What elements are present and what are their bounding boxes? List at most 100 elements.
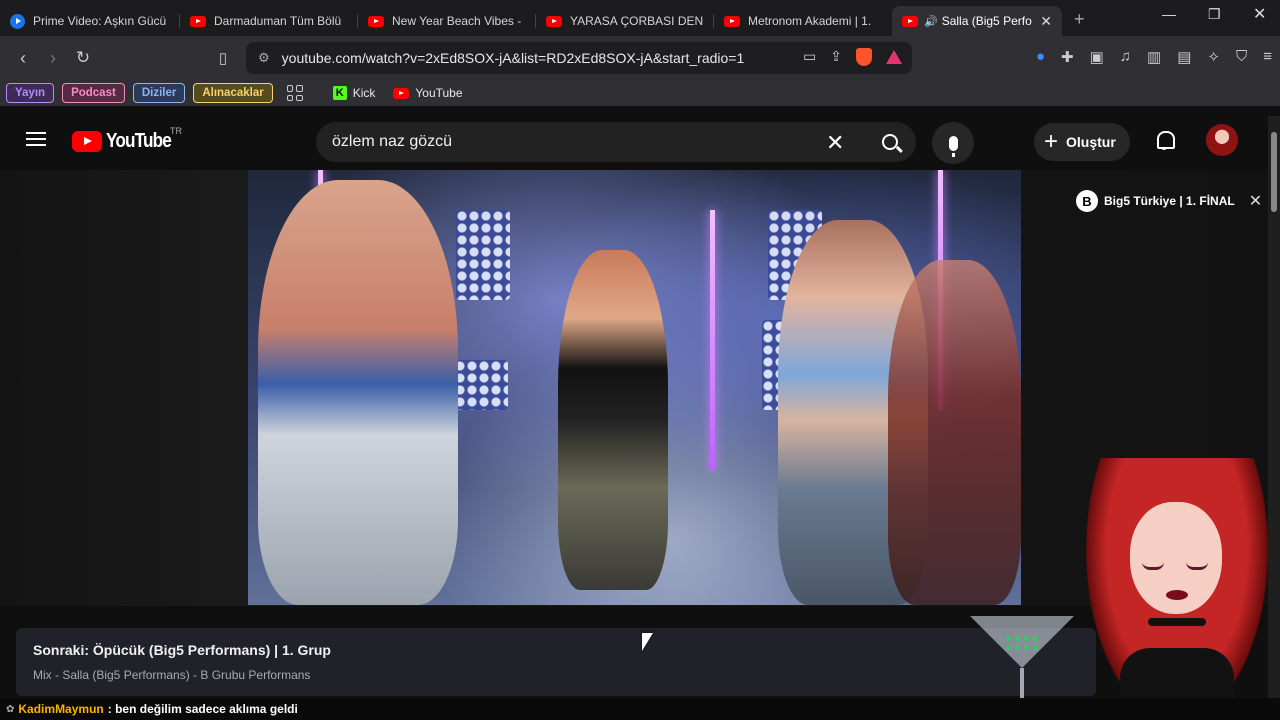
minimize-icon[interactable]: — xyxy=(1162,6,1176,22)
create-button[interactable]: + Oluştur xyxy=(1034,123,1130,161)
hamburger-menu-icon[interactable] xyxy=(26,132,46,146)
olives-decoration xyxy=(1004,634,1040,654)
dancer xyxy=(888,260,1021,605)
bookmark-folder[interactable]: Yayın xyxy=(6,83,55,103)
scrollbar-thumb[interactable] xyxy=(1271,132,1277,212)
screenshot-icon[interactable]: ▣ xyxy=(1090,48,1104,66)
bookmark-icon[interactable]: ▯ xyxy=(208,49,238,67)
suggestion-chip-label: Big5 Türkiye | 1. FİNAL xyxy=(1104,194,1235,208)
youtube-icon xyxy=(393,87,410,99)
close-tab-icon[interactable]: ✕ xyxy=(1040,13,1052,30)
browser-tab[interactable]: Darmaduman Tüm Bölü xyxy=(180,6,358,36)
stage-light xyxy=(456,210,510,300)
music-icon[interactable]: ♫ xyxy=(1120,48,1131,66)
avatar-choker xyxy=(1148,618,1206,626)
plus-icon: + xyxy=(1044,128,1059,155)
site-info-icon[interactable]: ⚙ xyxy=(258,50,270,66)
bookmark-label: Kick xyxy=(352,86,376,100)
address-bar[interactable]: ⚙ youtube.com/watch?v=2xEd8SOX-jA&list=R… xyxy=(246,42,912,74)
youtube-icon xyxy=(190,15,206,27)
youtube-wordmark: YouTube xyxy=(106,130,172,152)
create-label: Oluştur xyxy=(1066,134,1116,150)
browser-tab-active[interactable]: 🔊 Salla (Big5 Perfo ✕ xyxy=(892,6,1062,36)
browser-tab[interactable]: Metronom Akademi | 1. xyxy=(714,6,892,36)
chat-username: KadimMaymun xyxy=(18,702,104,716)
browser-tab[interactable]: YARASA ÇORBASI DENİY xyxy=(536,6,714,36)
leo-ai-icon[interactable]: ✧ xyxy=(1207,48,1220,66)
page-scrollbar[interactable] xyxy=(1268,116,1280,720)
prime-video-icon xyxy=(10,13,25,29)
cast-icon[interactable]: ▭ xyxy=(803,48,816,66)
dancer xyxy=(258,180,458,605)
share-icon[interactable]: ⇪ xyxy=(830,48,842,66)
voice-search-button[interactable] xyxy=(932,122,974,164)
up-next-card[interactable]: Sonraki: Öpücük (Big5 Performans) | 1. G… xyxy=(16,628,1096,696)
avatar-eye xyxy=(1142,562,1164,570)
extension-icons: ● ✚ ▣ ♫ ▥ ▤ ✧ ⛉ ≡ xyxy=(1036,48,1272,66)
search-button[interactable] xyxy=(864,122,916,162)
tab-title: Darmaduman Tüm Bölü xyxy=(214,14,342,28)
browser-toolbar: ‹ › ↻ ▯ ⚙ youtube.com/watch?v=2xEd8SOX-j… xyxy=(0,36,1280,80)
up-next-title: Sonraki: Öpücük (Big5 Performans) | 1. G… xyxy=(33,642,331,658)
youtube-icon xyxy=(368,15,384,27)
notifications-bell-icon[interactable] xyxy=(1154,130,1175,150)
vpn-icon[interactable]: ⛉ xyxy=(1236,48,1247,66)
url-text: youtube.com/watch?v=2xEd8SOX-jA&list=RD2… xyxy=(281,50,745,66)
close-window-icon[interactable]: ✕ xyxy=(1253,4,1266,24)
youtube-play-icon xyxy=(72,131,102,152)
tab-title: Salla (Big5 Perfo xyxy=(941,14,1032,28)
country-code: TR xyxy=(170,126,182,136)
puzzle-icon[interactable]: ✚ xyxy=(1061,48,1074,66)
browser-tab[interactable]: Prime Video: Aşkın Gücü xyxy=(0,6,180,36)
big5-logo-icon: B xyxy=(1076,190,1098,212)
avatar-lips xyxy=(1166,590,1188,600)
back-icon[interactable]: ‹ xyxy=(8,48,38,69)
forward-icon[interactable]: › xyxy=(38,48,68,69)
bookmark-link[interactable]: K Kick xyxy=(332,86,376,100)
microphone-icon xyxy=(948,135,958,157)
chat-bullet-icon: ✿ xyxy=(6,703,15,715)
brave-rewards-icon[interactable] xyxy=(886,50,902,64)
close-icon[interactable]: ✕ xyxy=(1249,191,1262,211)
search-icon xyxy=(882,134,898,150)
search-input[interactable] xyxy=(316,133,796,151)
tab-title: YARASA ÇORBASI DENİY xyxy=(570,14,704,28)
youtube-icon xyxy=(546,15,562,27)
speaker-icon[interactable]: 🔊 xyxy=(924,15,938,28)
bookmarks-bar: Yayın Podcast Diziler Alınacaklar K Kick… xyxy=(0,80,1280,106)
reload-icon[interactable]: ↻ xyxy=(68,48,98,68)
browser-tab[interactable]: New Year Beach Vibes - xyxy=(358,6,536,36)
tab-title: Prime Video: Aşkın Gücü xyxy=(33,14,167,28)
streamer-avatar-overlay xyxy=(1086,458,1268,720)
youtube-icon xyxy=(902,15,918,27)
up-next-subtitle: Mix - Salla (Big5 Performans) - B Grubu … xyxy=(33,668,311,682)
avatar-eye xyxy=(1186,562,1208,570)
browser-tab-strip: Prime Video: Aşkın Gücü Darmaduman Tüm B… xyxy=(0,0,1280,36)
youtube-logo[interactable]: YouTube TR xyxy=(72,126,182,153)
address-bar-actions: ▭ ⇪ xyxy=(803,48,902,66)
bookmark-folder[interactable]: Podcast xyxy=(62,83,125,103)
neon-light xyxy=(710,210,715,470)
avatar[interactable] xyxy=(1206,124,1238,156)
new-tab-icon[interactable]: + xyxy=(1074,9,1085,30)
bookmark-link[interactable]: YouTube xyxy=(393,86,463,100)
menu-icon[interactable]: ≡ xyxy=(1263,48,1272,66)
apps-grid-icon[interactable] xyxy=(286,85,303,101)
youtube-header: YouTube TR ✕ + Oluştur xyxy=(0,106,1280,170)
brave-shields-icon[interactable] xyxy=(856,48,872,66)
restore-icon[interactable]: ❐ xyxy=(1208,6,1221,23)
tab-title: New Year Beach Vibes - xyxy=(392,14,522,28)
sidebar-icon[interactable]: ▥ xyxy=(1147,48,1161,66)
video-player[interactable]: B xyxy=(248,170,1021,605)
youtube-icon xyxy=(724,15,740,27)
suggestion-chip[interactable]: B Big5 Türkiye | 1. FİNAL ✕ xyxy=(1076,188,1262,214)
stage-light xyxy=(454,360,508,410)
search-box: ✕ xyxy=(316,122,916,162)
clear-search-icon[interactable]: ✕ xyxy=(826,130,844,156)
bookmark-folder[interactable]: Diziler xyxy=(132,83,186,103)
tab-title: Metronom Akademi | 1. xyxy=(748,14,872,28)
dancer xyxy=(558,250,668,590)
extension-icon[interactable]: ● xyxy=(1036,48,1045,66)
bookmark-folder[interactable]: Alınacaklar xyxy=(193,83,273,103)
wallet-icon[interactable]: ▤ xyxy=(1177,48,1191,66)
